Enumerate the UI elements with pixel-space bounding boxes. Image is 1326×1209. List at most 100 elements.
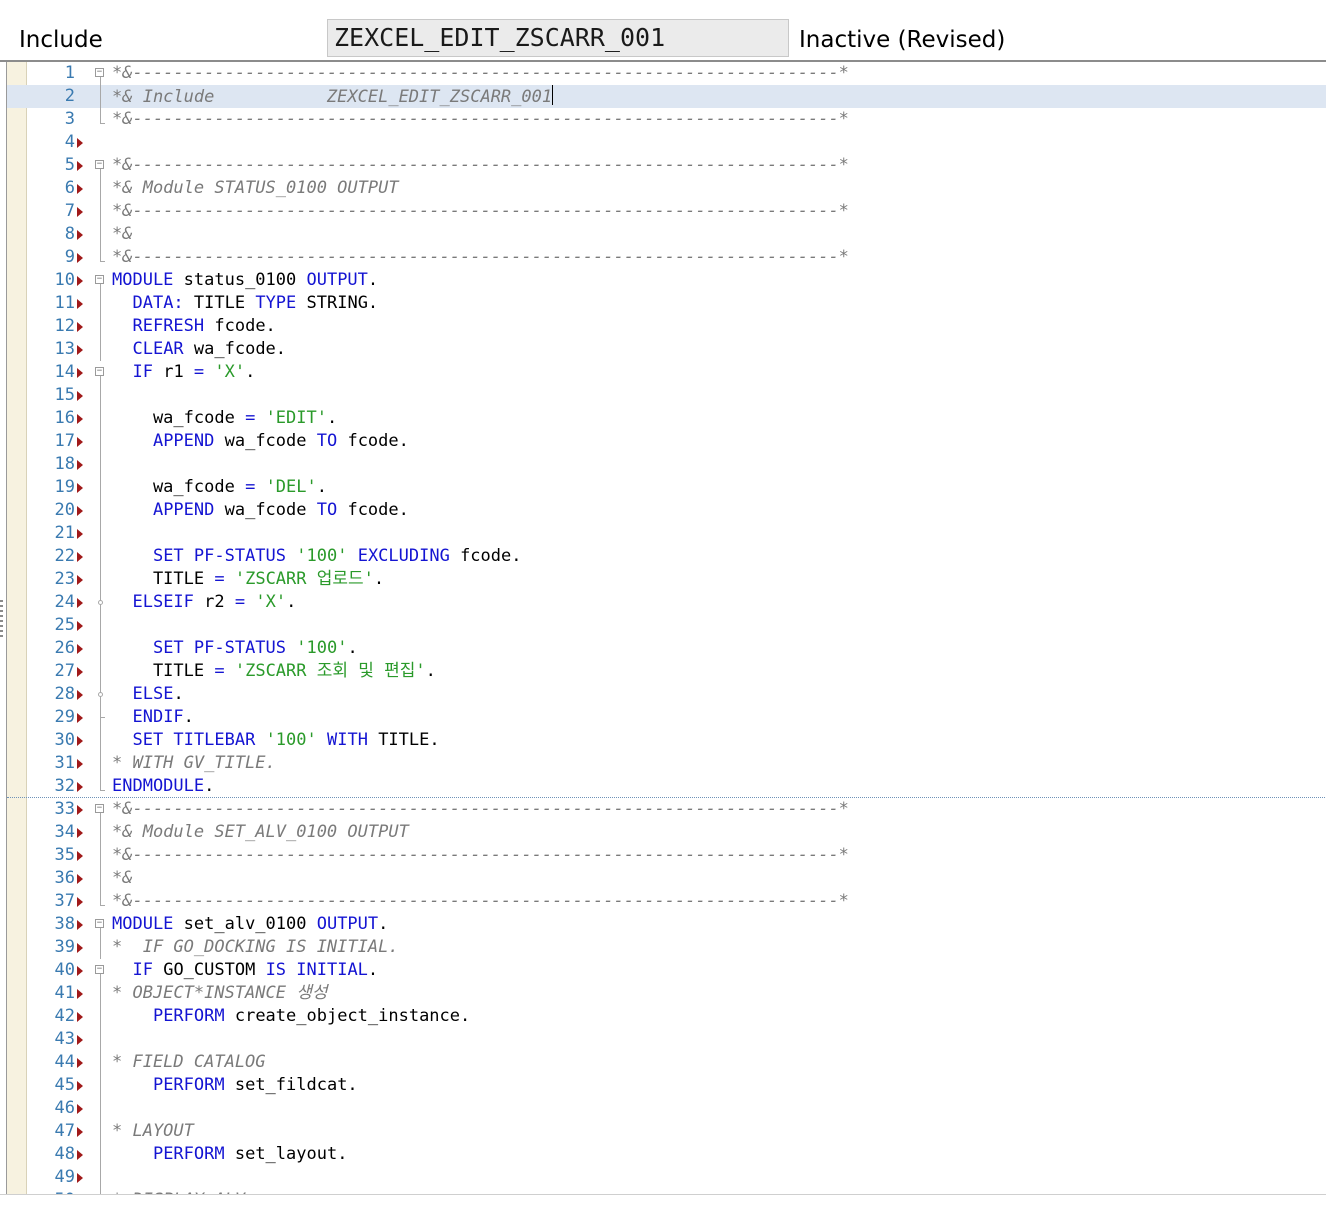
- code-text[interactable]: *& Include ZEXCEL_EDIT_ZSCARR_001: [112, 85, 554, 109]
- code-line[interactable]: 45 PERFORM set_fildcat.: [7, 1074, 1326, 1097]
- breakpoint-marker-icon[interactable]: [77, 437, 83, 447]
- code-line[interactable]: 41 * OBJECT*INSTANCE 생성: [7, 982, 1326, 1005]
- code-text[interactable]: *&--------------------------------------…: [112, 890, 849, 913]
- code-line[interactable]: 28 ELSE.: [7, 683, 1326, 706]
- breakpoint-marker-icon[interactable]: [77, 552, 83, 562]
- code-text[interactable]: MODULE set_alv_0100 OUTPUT.: [112, 913, 388, 936]
- code-text[interactable]: *&--------------------------------------…: [112, 154, 849, 177]
- collapse-block-icon[interactable]: −: [95, 919, 104, 928]
- breakpoint-marker-icon[interactable]: [77, 874, 83, 884]
- code-line[interactable]: 49: [7, 1166, 1326, 1189]
- breakpoint-marker-icon[interactable]: [77, 322, 83, 332]
- breakpoint-marker-icon[interactable]: [77, 690, 83, 700]
- breakpoint-marker-icon[interactable]: [77, 759, 83, 769]
- breakpoint-marker-icon[interactable]: [77, 736, 83, 746]
- code-text[interactable]: *&--------------------------------------…: [112, 844, 849, 867]
- code-text[interactable]: wa_fcode = 'EDIT'.: [112, 407, 337, 430]
- code-text[interactable]: TITLE = 'ZSCARR 조회 및 편집'.: [112, 660, 436, 683]
- breakpoint-marker-icon[interactable]: [77, 414, 83, 424]
- collapse-block-icon[interactable]: −: [95, 68, 104, 77]
- breakpoint-marker-icon[interactable]: [77, 276, 83, 286]
- code-line[interactable]: 43: [7, 1028, 1326, 1051]
- code-text[interactable]: CLEAR wa_fcode.: [112, 338, 286, 361]
- breakpoint-marker-icon[interactable]: [77, 368, 83, 378]
- code-text[interactable]: * LAYOUT: [112, 1120, 194, 1143]
- code-text[interactable]: *&--------------------------------------…: [112, 108, 849, 131]
- code-line[interactable]: 26 SET PF-STATUS '100'.: [7, 637, 1326, 660]
- breakpoint-marker-icon[interactable]: [77, 897, 83, 907]
- code-line[interactable]: 2 *& Include ZEXCEL_EDIT_ZSCARR_001: [7, 85, 1326, 108]
- code-text[interactable]: * FIELD CATALOG: [112, 1051, 266, 1074]
- breakpoint-marker-icon[interactable]: [77, 828, 83, 838]
- breakpoint-marker-icon[interactable]: [77, 391, 83, 401]
- breakpoint-marker-icon[interactable]: [77, 575, 83, 585]
- breakpoint-marker-icon[interactable]: [77, 1150, 83, 1160]
- collapse-block-icon[interactable]: −: [95, 160, 104, 169]
- breakpoint-marker-icon[interactable]: [77, 1035, 83, 1045]
- code-text[interactable]: wa_fcode = 'DEL'.: [112, 476, 327, 499]
- breakpoint-marker-icon[interactable]: [77, 184, 83, 194]
- code-text[interactable]: IF r1 = 'X'.: [112, 361, 255, 384]
- code-line[interactable]: 48 PERFORM set_layout.: [7, 1143, 1326, 1166]
- code-text[interactable]: ELSE.: [112, 683, 183, 706]
- code-line[interactable]: 36 *&: [7, 867, 1326, 890]
- code-line[interactable]: 4: [7, 131, 1326, 154]
- code-line[interactable]: 29 ENDIF.: [7, 706, 1326, 729]
- code-line[interactable]: 40 − IF GO_CUSTOM IS INITIAL.: [7, 959, 1326, 982]
- code-text[interactable]: *& Module STATUS_0100 OUTPUT: [112, 177, 399, 200]
- code-line[interactable]: 39 * IF GO_DOCKING IS INITIAL.: [7, 936, 1326, 959]
- program-name-field[interactable]: ZEXCEL_EDIT_ZSCARR_001: [327, 19, 789, 57]
- breakpoint-marker-icon[interactable]: [77, 207, 83, 217]
- breakpoint-marker-icon[interactable]: [77, 483, 83, 493]
- breakpoint-marker-icon[interactable]: [77, 805, 83, 815]
- breakpoint-marker-icon[interactable]: [77, 345, 83, 355]
- breakpoint-marker-icon[interactable]: [77, 506, 83, 516]
- code-text[interactable]: *& Module SET_ALV_0100 OUTPUT: [112, 821, 409, 844]
- breakpoint-marker-icon[interactable]: [77, 644, 83, 654]
- breakpoint-marker-icon[interactable]: [77, 989, 83, 999]
- code-line[interactable]: 9 *&-------------------------------------…: [7, 246, 1326, 269]
- code-line[interactable]: 21: [7, 522, 1326, 545]
- code-text[interactable]: IF GO_CUSTOM IS INITIAL.: [112, 959, 378, 982]
- breakpoint-marker-icon[interactable]: [77, 920, 83, 930]
- code-text[interactable]: * IF GO_DOCKING IS INITIAL.: [112, 936, 399, 959]
- breakpoint-marker-icon[interactable]: [77, 138, 83, 148]
- code-text[interactable]: *&--------------------------------------…: [112, 798, 849, 821]
- code-text[interactable]: PERFORM create_object_instance.: [112, 1005, 470, 1028]
- splitter-handle[interactable]: [0, 600, 3, 650]
- breakpoint-marker-icon[interactable]: [77, 161, 83, 171]
- code-line[interactable]: 27 TITLE = 'ZSCARR 조회 및 편집'.: [7, 660, 1326, 683]
- code-line[interactable]: 25: [7, 614, 1326, 637]
- code-text[interactable]: SET TITLEBAR '100' WITH TITLE.: [112, 729, 439, 752]
- breakpoint-marker-icon[interactable]: [77, 713, 83, 723]
- breakpoint-marker-icon[interactable]: [77, 230, 83, 240]
- breakpoint-marker-icon[interactable]: [77, 299, 83, 309]
- code-text[interactable]: *&: [112, 223, 132, 246]
- code-line[interactable]: 11 DATA: TITLE TYPE STRING.: [7, 292, 1326, 315]
- code-line[interactable]: 37 *&------------------------------------…: [7, 890, 1326, 913]
- code-line[interactable]: 14 − IF r1 = 'X'.: [7, 361, 1326, 384]
- code-line[interactable]: 5 − *&------------------------------------…: [7, 154, 1326, 177]
- code-line[interactable]: 35 *&------------------------------------…: [7, 844, 1326, 867]
- code-line[interactable]: 20 APPEND wa_fcode TO fcode.: [7, 499, 1326, 522]
- breakpoint-marker-icon[interactable]: [77, 529, 83, 539]
- breakpoint-marker-icon[interactable]: [77, 943, 83, 953]
- code-text[interactable]: * WITH GV_TITLE.: [112, 752, 276, 775]
- code-line[interactable]: 15: [7, 384, 1326, 407]
- breakpoint-marker-icon[interactable]: [77, 253, 83, 263]
- code-text[interactable]: ENDIF.: [112, 706, 193, 729]
- code-text[interactable]: *&--------------------------------------…: [112, 246, 849, 269]
- code-line[interactable]: 47 * LAYOUT: [7, 1120, 1326, 1143]
- breakpoint-marker-icon[interactable]: [77, 966, 83, 976]
- code-editor[interactable]: 1− *&------------------------------------…: [6, 62, 1326, 1194]
- code-line[interactable]: 12 REFRESH fcode.: [7, 315, 1326, 338]
- collapse-block-icon[interactable]: −: [95, 275, 104, 284]
- code-line[interactable]: 32 ENDMODULE.: [7, 775, 1326, 798]
- code-line[interactable]: 13 CLEAR wa_fcode.: [7, 338, 1326, 361]
- code-text[interactable]: SET PF-STATUS '100' EXCLUDING fcode.: [112, 545, 522, 568]
- code-text[interactable]: *&--------------------------------------…: [112, 62, 849, 85]
- code-text[interactable]: PERFORM set_fildcat.: [112, 1074, 358, 1097]
- breakpoint-marker-icon[interactable]: [77, 851, 83, 861]
- code-text[interactable]: *&: [112, 867, 132, 890]
- code-text[interactable]: SET PF-STATUS '100'.: [112, 637, 358, 660]
